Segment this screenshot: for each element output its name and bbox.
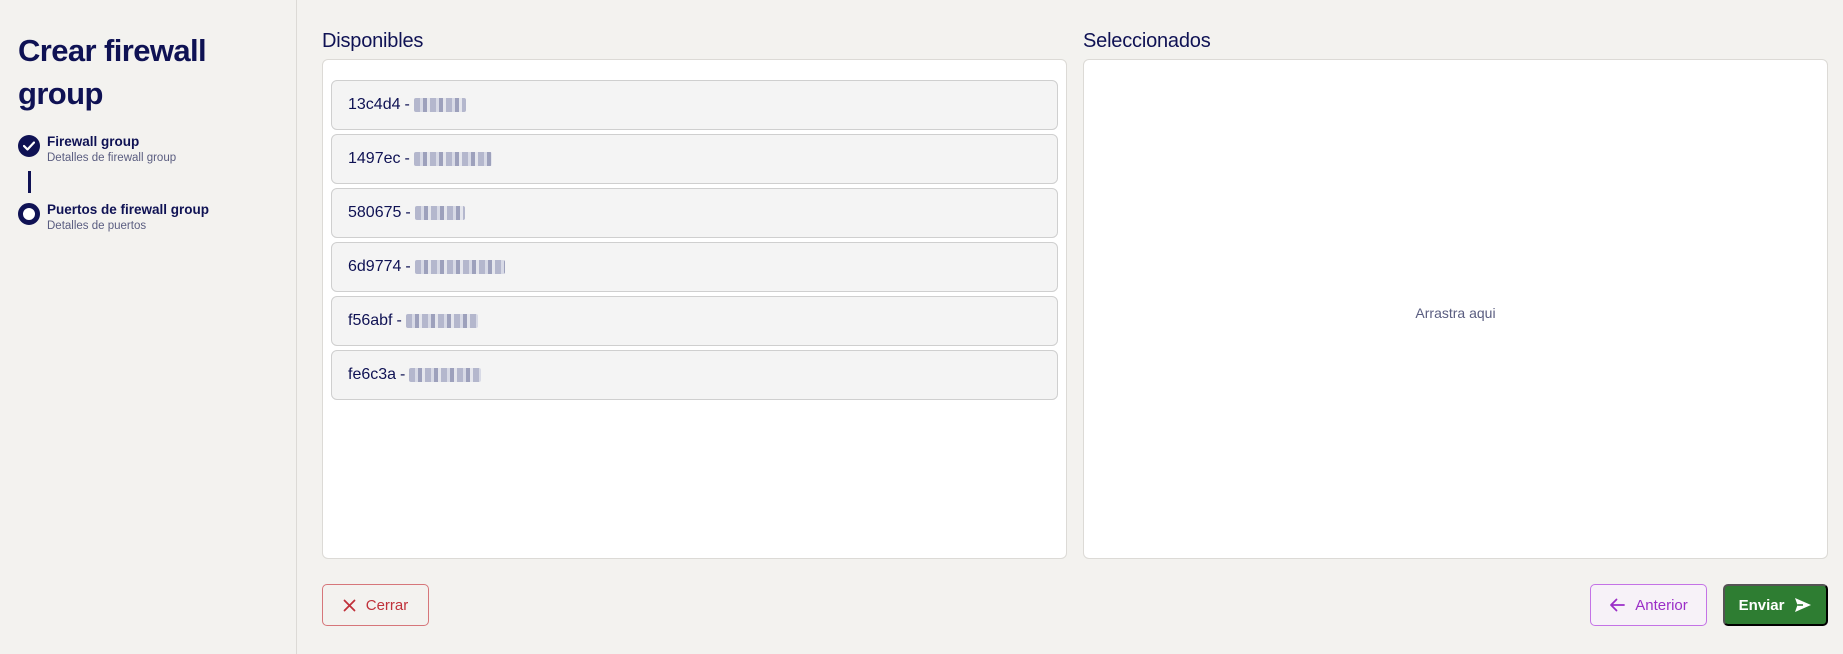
item-separator: -: [404, 150, 410, 167]
redacted-name: [413, 152, 492, 166]
item-id: fe6c3a: [348, 366, 397, 383]
send-icon: [1795, 598, 1812, 612]
close-icon: [343, 599, 356, 611]
list-item[interactable]: f56abf -: [331, 296, 1058, 346]
item-separator: -: [400, 366, 406, 383]
check-icon: [18, 135, 40, 157]
available-list[interactable]: 13c4d4- 1497ec - 580675- 6d9774- f56abf - …: [322, 59, 1067, 559]
list-item[interactable]: 580675-: [331, 188, 1058, 238]
previous-button-label: Anterior: [1635, 596, 1688, 614]
redacted-name: [414, 260, 505, 274]
list-item[interactable]: 13c4d4-: [331, 80, 1058, 130]
selected-dropzone[interactable]: Arrastra aqui: [1083, 59, 1828, 559]
page-title: Crear firewall group: [18, 33, 207, 111]
list-item[interactable]: fe6c3a -: [331, 350, 1058, 400]
step-subtitle: Detalles de puertos: [47, 220, 147, 232]
previous-button[interactable]: Anterior: [1590, 584, 1707, 626]
item-id: 580675: [348, 204, 402, 221]
step-firewall-group[interactable]: Firewall group Detalles de firewall grou…: [18, 133, 278, 166]
redacted-name: [414, 206, 465, 220]
arrow-left-icon: [1610, 598, 1626, 612]
item-separator: -: [404, 96, 410, 113]
item-id: 13c4d4: [348, 96, 401, 113]
redacted-name: [409, 368, 482, 382]
stepper: Firewall group Detalles de firewall grou…: [18, 133, 278, 234]
item-id: 1497ec: [348, 150, 401, 167]
selected-label: Seleccionados: [1083, 30, 1211, 52]
send-button-label: Enviar: [1738, 596, 1785, 614]
dropzone-placeholder: Arrastra aqui: [1415, 305, 1496, 321]
redacted-name: [413, 98, 466, 112]
item-separator: -: [396, 312, 402, 329]
send-button[interactable]: Enviar: [1723, 584, 1828, 626]
close-button[interactable]: Cerrar: [322, 584, 429, 626]
current-step-icon: [18, 203, 40, 225]
step-puertos[interactable]: Puertos de firewall group Detalles de pu…: [18, 201, 278, 234]
item-separator: -: [405, 258, 411, 275]
step-title: Firewall group: [47, 134, 140, 149]
sidebar: Crear firewall group Firewall group Deta…: [0, 0, 297, 654]
close-button-label: Cerrar: [365, 596, 409, 614]
step-connector: [28, 171, 31, 193]
available-label: Disponibles: [322, 30, 424, 52]
list-item[interactable]: 6d9774-: [331, 242, 1058, 292]
item-id: 6d9774: [348, 258, 402, 275]
redacted-name: [405, 314, 478, 328]
list-item[interactable]: 1497ec -: [331, 134, 1058, 184]
step-subtitle: Detalles de firewall group: [47, 152, 177, 164]
item-id: f56abf: [348, 312, 393, 329]
step-title: Puertos de firewall group: [47, 202, 210, 217]
item-separator: -: [405, 204, 411, 221]
